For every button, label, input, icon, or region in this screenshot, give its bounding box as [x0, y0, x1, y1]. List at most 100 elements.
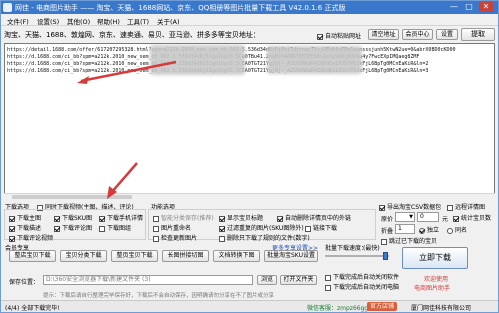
app-icon	[3, 3, 12, 12]
stats-label: 统计宝贝数	[461, 215, 492, 222]
sku-image-label: 下载SKU图	[62, 215, 92, 222]
clear-address-button[interactable]: 清空地址	[368, 29, 399, 40]
review-image-checkbox[interactable]: 下载评论图	[54, 223, 92, 232]
filter-duplicate-checkbox[interactable]: 过滤重复的图片(SKU图除外)	[219, 223, 304, 232]
welcome-text: 欢迎使用	[424, 276, 449, 283]
check-update-label: 检查更新图片	[161, 235, 198, 242]
auto-shutdown-checkbox[interactable]: 下载完成后自动关闭软件	[325, 272, 399, 281]
menu-file[interactable]: 文件(F)	[7, 16, 29, 26]
company-name: 厦门网佳科技有限公司	[411, 305, 472, 312]
menu-tools[interactable]: 工具(T)	[127, 16, 149, 26]
skip-downloaded-checkbox[interactable]: 跳过已下载的宝贝	[381, 236, 437, 245]
fold-input[interactable]: 1	[395, 224, 415, 234]
same-name-label: 同名	[455, 227, 468, 234]
filter-duplicate-label: 过滤重复的图片(SKU图除外)	[227, 225, 304, 232]
horizontal-scrollbar[interactable]	[4, 193, 495, 199]
checkbox-icon	[381, 238, 387, 245]
save-path-field[interactable]: D:\360安全浏览器下载\新建文件夹 (3)	[43, 275, 253, 285]
slider-thumb[interactable]	[383, 252, 388, 260]
url-textarea[interactable]: https://detail.1688.com/offer/6172072953…	[4, 43, 495, 198]
checkbox-icon	[99, 215, 105, 222]
price-label: 原价	[381, 216, 394, 223]
official-shop-link[interactable]: 官方店铺	[367, 302, 398, 311]
remote-detail-label: 远程详情图	[455, 204, 486, 211]
batch-sku-button[interactable]: 批量淘宝SKU设置	[264, 250, 318, 262]
member-center-button[interactable]: 会员中心	[402, 29, 433, 40]
menu-about[interactable]: 关于(A)	[157, 16, 180, 26]
settings-button[interactable]: 设置	[436, 29, 458, 40]
speed-slider[interactable]	[325, 252, 389, 260]
mobile-desc-checkbox[interactable]: 下载手机详情	[99, 213, 143, 222]
price-unit: 元	[442, 216, 449, 223]
menu-help[interactable]: 帮助(H)	[97, 16, 120, 26]
export-csv-checkbox[interactable]: 导出淘宝CSV数据包	[379, 202, 441, 211]
checkbox-icon	[379, 204, 385, 211]
keep-only-checkbox[interactable]: 删除只下载了规则的文件(数字)	[219, 233, 310, 242]
minimize-button[interactable]: —	[447, 2, 461, 12]
redaction-blur	[150, 45, 245, 75]
scrollbar-thumb[interactable]	[12, 195, 132, 199]
speed-label: 批量下载速度：	[325, 245, 368, 252]
extract-button[interactable]: 提取	[461, 28, 495, 41]
start-download-button[interactable]: 立即下载	[402, 247, 468, 269]
review-video-checkbox[interactable]: 下载评论视频	[9, 233, 53, 242]
same-name-radio[interactable]: 同名	[447, 225, 467, 234]
browse-button[interactable]: 浏览	[257, 275, 277, 285]
remote-detail-checkbox[interactable]: 远程详情图	[447, 202, 485, 211]
desc-image-label: 下载描述	[17, 225, 42, 232]
checkbox-icon	[453, 215, 459, 222]
wechat-service: 微信客服：zmpz66gg	[307, 305, 369, 312]
price-input[interactable]: 0	[417, 212, 439, 222]
whole-shop-download-button[interactable]: 整店宝贝下载	[9, 250, 56, 262]
review-video-label: 下载评论视频	[17, 235, 54, 242]
checkbox-icon	[447, 204, 453, 211]
checkbox-icon	[153, 235, 159, 242]
main-window: 网佳 - 电商图片助手 —— 淘宝、天猫、1688网站、京东、QQ相册等图片批量…	[0, 0, 499, 313]
checkbox-icon	[325, 274, 331, 281]
menu-bar: 文件(F) 设置(S) 其他(O) 帮助(H) 工具(T) 关于(A)	[1, 14, 498, 26]
menu-other[interactable]: 其他(O)	[67, 16, 90, 26]
checkbox-icon	[153, 225, 159, 232]
mobile-desc-label: 下载手机详情	[107, 215, 144, 222]
link-download-checkbox[interactable]: 链接下载	[305, 223, 337, 232]
category-download-button[interactable]: 宝贝分类下载	[60, 250, 107, 262]
desc-image-checkbox[interactable]: 下载描述	[9, 223, 41, 232]
main-image-checkbox[interactable]: 下载主图	[9, 213, 41, 222]
alone-label: 独立	[427, 227, 440, 234]
keep-only-label: 删除只下载了规则的文件(数字)	[227, 235, 310, 242]
show-title-label: 显示宝贝标题	[227, 215, 264, 222]
menu-settings[interactable]: 设置(S)	[37, 16, 59, 26]
checkbox-icon	[153, 215, 159, 222]
checkbox-icon	[277, 215, 283, 222]
open-folder-button[interactable]: 打开文件夹	[280, 275, 317, 285]
maximize-button[interactable]: □	[462, 2, 476, 12]
alone-radio[interactable]: 独立	[419, 225, 439, 234]
radio-icon	[447, 227, 453, 234]
main-image-label: 下载主图	[17, 215, 42, 222]
check-update-checkbox[interactable]: 检查更新图片	[153, 233, 197, 242]
smart-share-checkbox[interactable]: 智能分类保存(推荐)	[153, 213, 214, 222]
status-message: (4/4) 全部下载完毕!	[5, 305, 60, 312]
smart-share-label: 智能分类保存(推荐)	[161, 215, 214, 222]
save-hint: 提示：下载后请自行整理完毕保存好，下载后不会自动保存，因明确请勿分享在不了图片或…	[43, 293, 275, 299]
show-title-checkbox[interactable]: 显示宝贝标题	[219, 213, 263, 222]
auto-paste-label: 自动粘贴网址	[325, 33, 362, 40]
page-download-button[interactable]: 整页宝贝下载	[111, 250, 158, 262]
sku-image-checkbox[interactable]: 下载SKU图	[54, 213, 92, 222]
auto-shutdown-label: 下载完成后自动关闭软件	[333, 274, 400, 281]
rename-image-checkbox[interactable]: 图片重命名	[153, 223, 191, 232]
auto-remove-link-checkbox[interactable]: 自动删除详情页中的外链	[277, 213, 351, 222]
group-images-label: 下载图组	[107, 225, 132, 232]
auto-hibernate-checkbox[interactable]: 下载完成后自动关闭电脑	[325, 282, 399, 291]
long-image-split-button[interactable]: 长图拼接切图	[162, 250, 209, 262]
doc-convert-button[interactable]: 文档转换下图	[213, 250, 260, 262]
price-mode-select[interactable]: ▼	[395, 212, 415, 222]
redaction-blur	[267, 46, 362, 74]
address-label: 淘宝、天猫、1688、敦煌网、京东、速卖通、易贝、亚马逊、拼多多等宝贝地址：	[4, 31, 260, 39]
group-images-checkbox[interactable]: 下载图组	[99, 223, 131, 232]
stats-checkbox[interactable]: 统计宝贝数	[453, 213, 491, 222]
title-bar: 网佳 - 电商图片助手 —— 淘宝、天猫、1688网站、京东、QQ相册等图片批量…	[1, 1, 498, 14]
auto-paste-checkbox[interactable]: 自动粘贴网址	[317, 31, 361, 40]
checkbox-icon	[305, 225, 311, 232]
close-button[interactable]: ✕	[479, 2, 493, 12]
